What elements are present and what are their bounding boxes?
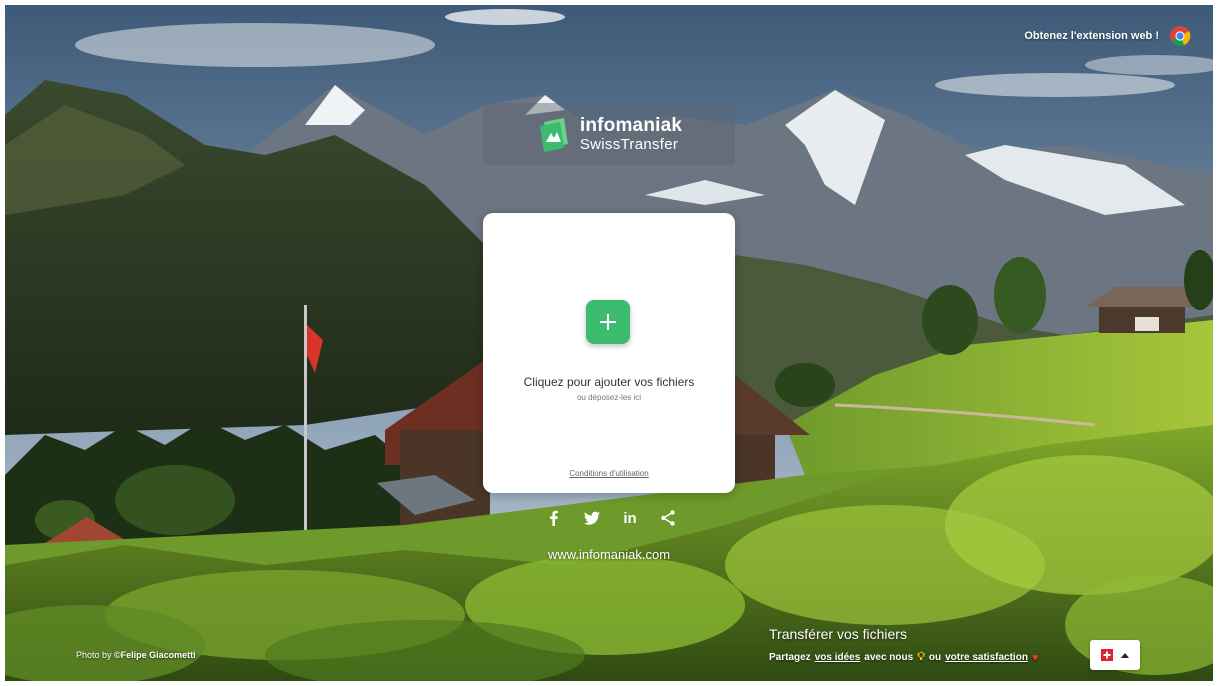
photo-credit-prefix: Photo by (76, 650, 115, 660)
upload-dropzone-card[interactable]: Cliquez pour ajouter vos fichiers ou dép… (483, 213, 735, 493)
swiss-flag-icon (1101, 649, 1113, 661)
extension-label: Obtenez l'extension web ! (1024, 30, 1159, 42)
infomaniak-website-link[interactable]: www.infomaniak.com (5, 547, 1213, 562)
language-selector-button[interactable] (1090, 640, 1140, 670)
heart-icon: ♥ (1031, 651, 1039, 664)
lightbulb-icon: 💡︎ (917, 651, 925, 663)
terms-of-use-link[interactable]: Conditions d'utilisation (483, 469, 735, 478)
page-frame: Obtenez l'extension web ! infomaniak Swi… (5, 5, 1213, 681)
facebook-icon[interactable] (545, 509, 563, 527)
feedback-line: Partagez vos idées avec nous 💡︎ ou votre… (769, 651, 1038, 664)
satisfaction-link[interactable]: votre satisfaction (945, 652, 1028, 663)
linkedin-icon[interactable]: in (621, 509, 639, 527)
share-middle-text: avec nous (864, 652, 914, 663)
photo-author-link[interactable]: ©Felipe Giacometti (114, 650, 196, 660)
swisstransfer-logo-icon (536, 116, 572, 152)
logo-product-text: SwissTransfer (579, 136, 679, 153)
transfer-files-heading: Transférer vos fichiers (769, 626, 907, 642)
add-files-title: Cliquez pour ajouter vos fichiers (523, 375, 695, 389)
social-share-bar: in (545, 509, 677, 527)
logo-brand-text: infomaniak (579, 115, 683, 136)
get-web-extension-link[interactable]: Obtenez l'extension web ! (1024, 25, 1191, 47)
ideas-link[interactable]: vos idées (815, 652, 861, 663)
caret-up-icon (1121, 652, 1129, 658)
share-icon[interactable] (659, 509, 677, 527)
plus-icon (600, 314, 616, 330)
add-files-button[interactable] (586, 300, 630, 344)
photo-credit: Photo by ©Felipe Giacometti (76, 650, 196, 660)
linkedin-text: in (623, 509, 637, 527)
or-text: ou (928, 652, 942, 663)
share-prefix-text: Partagez (769, 652, 811, 663)
chrome-icon (1169, 25, 1191, 47)
swisstransfer-logo[interactable]: infomaniak SwissTransfer (483, 103, 735, 165)
drop-files-hint: ou déposez-les ici (576, 393, 642, 402)
twitter-icon[interactable] (583, 509, 601, 527)
